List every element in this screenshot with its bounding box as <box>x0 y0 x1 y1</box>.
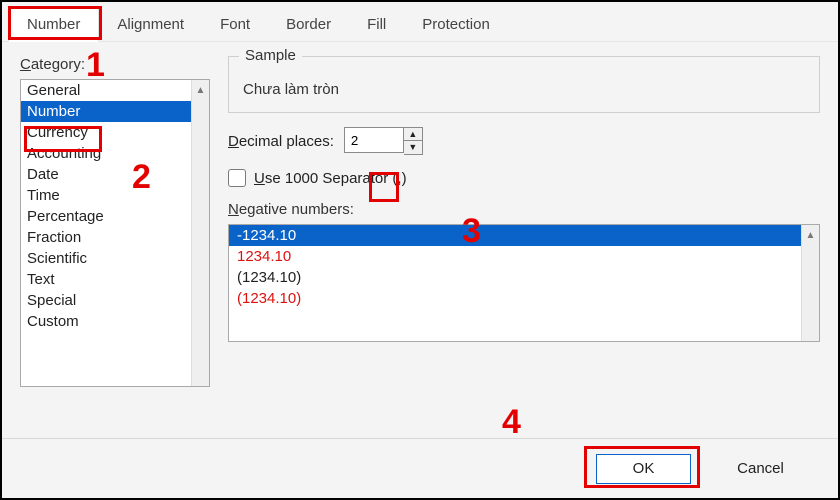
sample-legend: Sample <box>239 47 302 64</box>
category-item-custom[interactable]: Custom <box>21 311 191 332</box>
negative-item-3[interactable]: (1234.10) <box>229 288 801 309</box>
negative-numbers-listbox[interactable]: -1234.10 1234.10 (1234.10) (1234.10) ▲ <box>228 224 820 342</box>
category-item-currency[interactable]: Currency <box>21 122 191 143</box>
tab-alignment[interactable]: Alignment <box>99 8 202 41</box>
category-item-accounting[interactable]: Accounting <box>21 143 191 164</box>
category-listbox[interactable]: General Number Currency Accounting Date … <box>20 79 210 387</box>
tab-number[interactable]: Number <box>8 7 99 42</box>
number-options-panel: Sample Chưa làm tròn Decimal places: ▲ ▼ <box>228 56 820 422</box>
category-item-time[interactable]: Time <box>21 185 191 206</box>
ok-button[interactable]: OK <box>596 454 691 484</box>
dialog-tabs: Number Alignment Font Border Fill Protec… <box>2 2 838 42</box>
dialog-footer: OK Cancel <box>2 438 838 498</box>
decimal-places-input[interactable] <box>344 127 404 153</box>
category-scrollbar[interactable]: ▲ <box>191 80 209 386</box>
format-cells-dialog: Number Alignment Font Border Fill Protec… <box>0 0 840 500</box>
decimal-places-row: Decimal places: ▲ ▼ <box>228 127 820 155</box>
spinner-up-icon[interactable]: ▲ <box>404 128 422 141</box>
category-item-percentage[interactable]: Percentage <box>21 206 191 227</box>
negative-item-1[interactable]: 1234.10 <box>229 246 801 267</box>
category-item-text[interactable]: Text <box>21 269 191 290</box>
thousand-separator-label: Use 1000 Separator (,) <box>254 170 407 187</box>
sample-value: Chưa làm tròn <box>243 81 805 98</box>
category-item-scientific[interactable]: Scientific <box>21 248 191 269</box>
decimal-places-spinner[interactable]: ▲ ▼ <box>344 127 423 155</box>
scroll-up-icon[interactable]: ▲ <box>192 80 209 100</box>
negative-scrollbar[interactable]: ▲ <box>801 225 819 341</box>
negative-item-0[interactable]: -1234.10 <box>229 225 801 246</box>
negative-item-2[interactable]: (1234.10) <box>229 267 801 288</box>
tab-fill[interactable]: Fill <box>349 8 404 41</box>
decimal-places-label: Decimal places: <box>228 133 334 150</box>
sample-group: Sample Chưa làm tròn <box>228 56 820 113</box>
category-item-date[interactable]: Date <box>21 164 191 185</box>
category-item-fraction[interactable]: Fraction <box>21 227 191 248</box>
tab-protection[interactable]: Protection <box>404 8 508 41</box>
category-panel: Category: General Number Currency Accoun… <box>20 56 210 422</box>
category-item-special[interactable]: Special <box>21 290 191 311</box>
negative-numbers-section: Negative numbers: -1234.10 1234.10 (1234… <box>228 201 820 342</box>
category-item-number[interactable]: Number <box>21 101 191 122</box>
category-item-general[interactable]: General <box>21 80 191 101</box>
tab-border[interactable]: Border <box>268 8 349 41</box>
negative-numbers-label: Negative numbers: <box>228 201 820 218</box>
dialog-content: Category: General Number Currency Accoun… <box>2 42 838 422</box>
tab-font[interactable]: Font <box>202 8 268 41</box>
thousand-separator-checkbox[interactable] <box>228 169 246 187</box>
category-label: Category: <box>20 56 210 73</box>
scroll-up-icon[interactable]: ▲ <box>802 225 819 245</box>
cancel-button[interactable]: Cancel <box>713 454 808 484</box>
spinner-down-icon[interactable]: ▼ <box>404 141 422 154</box>
thousand-separator-row: Use 1000 Separator (,) <box>228 169 820 187</box>
